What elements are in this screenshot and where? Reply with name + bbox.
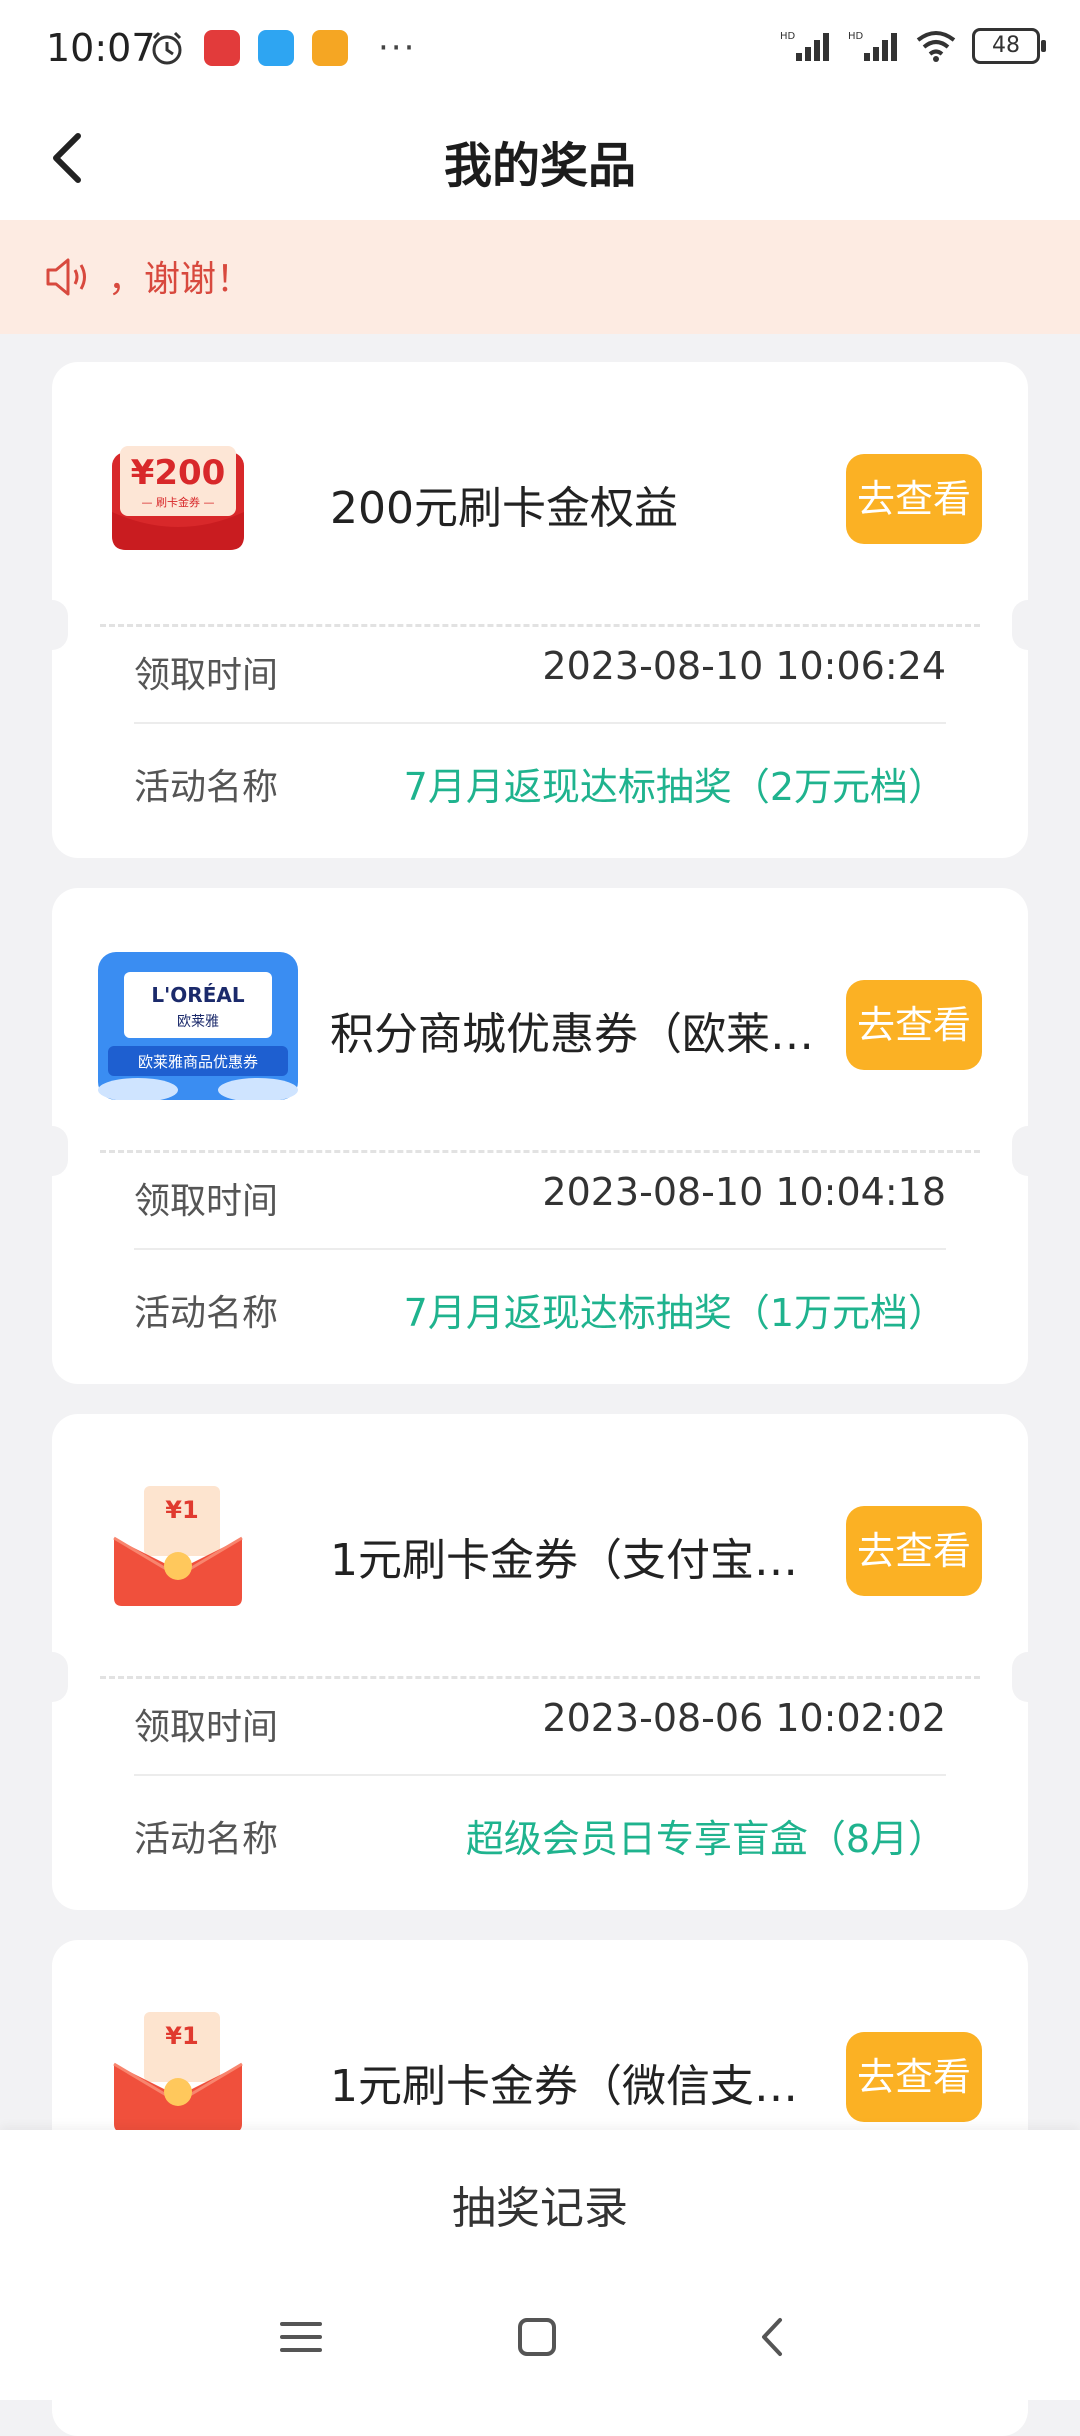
receive-time-label: 领取时间 bbox=[134, 1181, 279, 1222]
lottery-record-button[interactable]: 抽奖记录 bbox=[0, 2172, 1080, 2236]
hd-signal-icon: HD bbox=[848, 31, 897, 61]
receive-time-label: 领取时间 bbox=[134, 655, 279, 696]
view-button[interactable]: 去查看 bbox=[846, 1506, 982, 1596]
menu-icon[interactable] bbox=[276, 2312, 326, 2362]
activity-name-value: 超级会员日专享盲盒（8月） bbox=[465, 1817, 946, 1861]
notice-bar: ，谢谢！ bbox=[0, 220, 1080, 334]
prize-image-subtitle: 欧莱雅商品优惠券 bbox=[138, 1053, 258, 1071]
receive-time-value: 2023-08-10 10:04:18 bbox=[542, 1170, 946, 1214]
system-nav-bar bbox=[0, 2270, 1080, 2400]
status-time: 10:07 bbox=[46, 26, 156, 70]
activity-name-value: 7月月返现达标抽奖（2万元档） bbox=[403, 765, 946, 809]
activity-name-label: 活动名称 bbox=[134, 1819, 279, 1860]
app-icon-red bbox=[204, 30, 240, 66]
prize-image-red-envelope: ¥1 bbox=[98, 1478, 258, 1608]
prize-image-red-envelope: ¥200 — 刷卡金券 — bbox=[98, 432, 258, 562]
prize-title: 200元刷卡金权益 bbox=[330, 483, 678, 534]
app-icon-blue bbox=[258, 30, 294, 66]
prize-image-amount: ¥1 bbox=[165, 2022, 198, 2050]
svg-text:HD: HD bbox=[848, 31, 864, 42]
prize-card: ¥1 1元刷卡金券（支付宝… 去查看 领取时间 2023-08-06 10:02… bbox=[36, 1414, 1044, 1910]
prize-image-red-envelope: ¥1 bbox=[98, 2004, 258, 2134]
speaker-icon bbox=[46, 258, 86, 296]
receive-time-label: 领取时间 bbox=[134, 1707, 279, 1748]
app-icon-orange bbox=[312, 30, 348, 66]
prize-image-loreal-coupon: L'ORÉAL 欧莱雅 欧莱雅商品优惠券 bbox=[98, 952, 298, 1102]
prize-title: 1元刷卡金券（支付宝… bbox=[330, 1535, 798, 1586]
battery-icon: 48 bbox=[972, 28, 1046, 64]
status-bar: 10:07 ··· HD HD 48 bbox=[0, 0, 1080, 96]
prize-card: L'ORÉAL 欧莱雅 欧莱雅商品优惠券 积分商城优惠券（欧莱… 去查看 领取时… bbox=[36, 888, 1044, 1384]
notice-text: ，谢谢！ bbox=[108, 259, 253, 300]
svg-text:HD: HD bbox=[780, 31, 796, 42]
receive-time-value: 2023-08-06 10:02:02 bbox=[542, 1696, 946, 1740]
view-button[interactable]: 去查看 bbox=[846, 454, 982, 544]
prize-card: ¥200 — 刷卡金券 — 200元刷卡金权益 去查看 领取时间 2023-08… bbox=[36, 362, 1044, 858]
prize-image-amount: ¥200 bbox=[131, 453, 226, 493]
receive-time-value: 2023-08-10 10:06:24 bbox=[542, 644, 946, 688]
prize-title: 积分商城优惠券（欧莱… bbox=[330, 1009, 814, 1060]
page-title: 我的奖品 bbox=[443, 138, 636, 194]
prize-title: 1元刷卡金券（微信支… bbox=[330, 2061, 798, 2112]
activity-name-label: 活动名称 bbox=[134, 767, 279, 808]
view-button[interactable]: 去查看 bbox=[846, 980, 982, 1070]
prize-image-brand-cn: 欧莱雅 bbox=[177, 1014, 219, 1030]
prize-image-brand: L'ORÉAL bbox=[151, 983, 244, 1007]
view-button[interactable]: 去查看 bbox=[846, 2032, 982, 2122]
prize-image-subtitle: — 刷卡金券 — bbox=[142, 495, 215, 509]
app-header: 我的奖品 bbox=[0, 96, 1080, 220]
prize-image-amount: ¥1 bbox=[165, 1496, 198, 1524]
wifi-icon bbox=[916, 31, 956, 62]
back-icon[interactable] bbox=[748, 2312, 798, 2362]
activity-name-value: 7月月返现达标抽奖（1万元档） bbox=[403, 1291, 946, 1335]
activity-name-label: 活动名称 bbox=[134, 1293, 279, 1334]
bottom-bar: 抽奖记录 bbox=[0, 2130, 1080, 2270]
more-dots: ··· bbox=[378, 28, 417, 68]
alarm-icon bbox=[152, 31, 182, 65]
hd-signal-icon: HD bbox=[780, 31, 829, 61]
home-icon[interactable] bbox=[512, 2312, 562, 2362]
